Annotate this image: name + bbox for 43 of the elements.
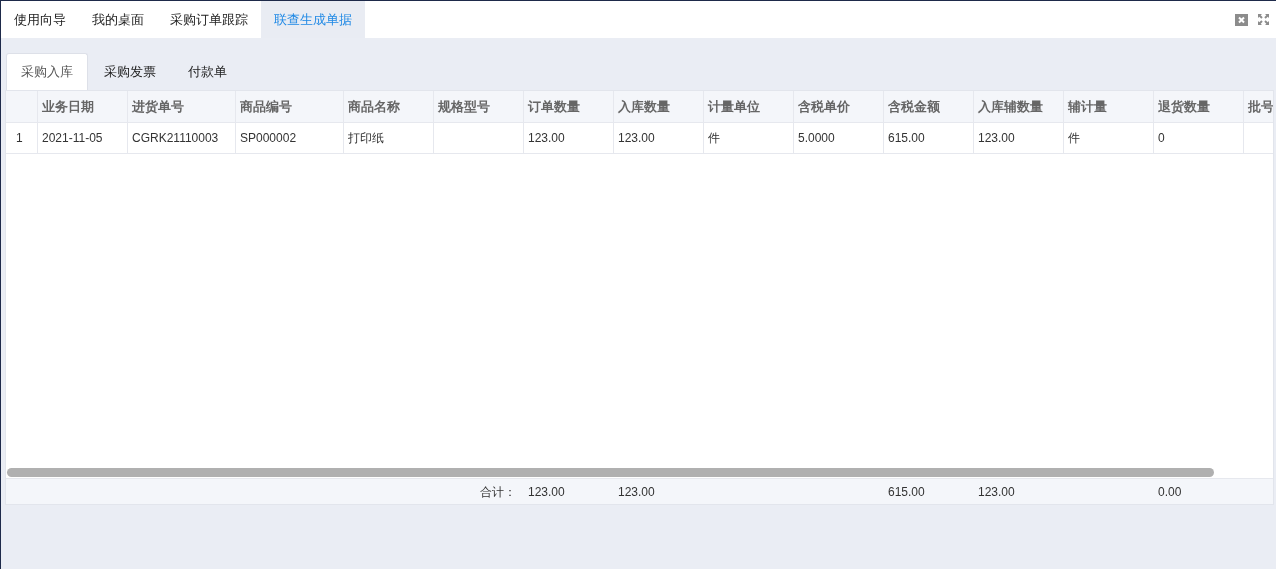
column-header[interactable]: 含税金额: [888, 96, 940, 117]
column-header[interactable]: 商品名称: [348, 96, 400, 117]
table-cell-text: 5.0000: [798, 130, 835, 147]
tab[interactable]: 采购订单跟踪: [157, 1, 261, 38]
total-value: 123.00: [978, 483, 1015, 501]
column-header[interactable]: 辅计量: [1068, 96, 1107, 117]
close-icon[interactable]: [1235, 13, 1248, 26]
column-header[interactable]: 退货数量: [1158, 96, 1210, 117]
scrollbar[interactable]: [7, 468, 1214, 477]
tab[interactable]: 采购发票: [88, 53, 172, 90]
tab[interactable]: 联查生成单据: [261, 1, 365, 38]
expand-icon[interactable]: [1257, 13, 1270, 26]
column-header[interactable]: 计量单位: [708, 96, 760, 117]
total-label: 合计：: [480, 483, 516, 501]
column-header[interactable]: 入库数量: [618, 96, 670, 117]
table-cell-text: 件: [1068, 130, 1080, 147]
tab[interactable]: 付款单: [172, 53, 243, 90]
total-value: 123.00: [618, 483, 655, 501]
column-header[interactable]: 订单数量: [528, 96, 580, 117]
column-header[interactable]: 业务日期: [42, 96, 94, 117]
tab[interactable]: 我的桌面: [79, 1, 157, 38]
table-cell-text: 打印纸: [348, 130, 384, 147]
row-number: 1: [16, 130, 23, 147]
table-cell-text: 615.00: [888, 130, 925, 147]
tab[interactable]: 采购入库: [6, 53, 88, 90]
tab[interactable]: 使用向导: [1, 1, 79, 38]
column-header[interactable]: 含税单价: [798, 96, 850, 117]
table-cell-text: CGRK21110003: [132, 130, 219, 147]
table-cell-text: SP000002: [240, 130, 297, 147]
table-cell-text: 123.00: [528, 130, 565, 147]
column-header[interactable]: 进货单号: [132, 96, 184, 117]
table-cell-text: 123.00: [618, 130, 655, 147]
total-value: 615.00: [888, 483, 925, 501]
table-cell-text: 123.00: [978, 130, 1015, 147]
column-header[interactable]: 商品编号: [240, 96, 292, 117]
table-cell-text: 件: [708, 130, 720, 147]
total-value: 0.00: [1158, 483, 1182, 501]
column-header[interactable]: 规格型号: [438, 96, 490, 117]
column-header[interactable]: 入库辅数量: [978, 96, 1043, 117]
table-cell-text: 2021-11-05: [42, 130, 103, 147]
total-value: 123.00: [528, 483, 565, 501]
table-cell-text: 0: [1158, 130, 1165, 147]
column-header[interactable]: 批号: [1248, 96, 1273, 117]
